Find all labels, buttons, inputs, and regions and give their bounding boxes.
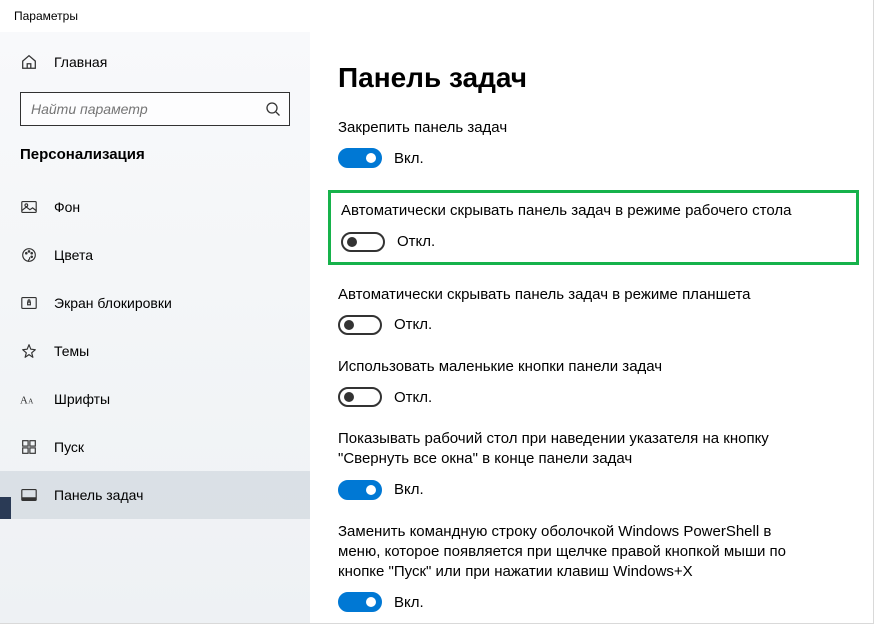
toggle-lock[interactable] bbox=[338, 148, 382, 168]
sidebar-item-label: Экран блокировки bbox=[54, 295, 172, 311]
main-content: Панель задач Закрепить панель задач Вкл.… bbox=[310, 32, 873, 623]
sidebar-section-title: Персонализация bbox=[0, 128, 310, 173]
toggle-row: Вкл. bbox=[338, 480, 849, 500]
sidebar-item-label: Панель задач bbox=[54, 487, 143, 503]
sidebar-item-label: Шрифты bbox=[54, 391, 110, 407]
setting-label: Использовать маленькие кнопки панели зад… bbox=[338, 357, 798, 377]
palette-icon bbox=[20, 246, 38, 264]
toggle-row: Откл. bbox=[338, 315, 849, 335]
toggle-row: Откл. bbox=[341, 232, 846, 252]
sidebar-item-label: Цвета bbox=[54, 247, 93, 263]
toggle-row: Вкл. bbox=[338, 148, 849, 168]
sidebar: Главная Персонализация Фон Цвета bbox=[0, 32, 310, 623]
svg-text:A: A bbox=[20, 395, 28, 407]
sidebar-item-taskbar[interactable]: Панель задач bbox=[0, 471, 310, 519]
toggle-state-text: Откл. bbox=[397, 233, 435, 250]
toggle-autohide_tablet[interactable] bbox=[338, 315, 382, 335]
setting-label: Автоматически скрывать панель задач в ре… bbox=[341, 201, 801, 221]
fonts-icon: AA bbox=[20, 390, 38, 408]
setting-label: Показывать рабочий стол при наведении ук… bbox=[338, 429, 798, 470]
sidebar-item-label: Темы bbox=[54, 343, 89, 359]
lock-frame-icon bbox=[20, 294, 38, 312]
sidebar-item-lockscreen[interactable]: Экран блокировки bbox=[0, 279, 310, 327]
titlebar: Параметры bbox=[0, 0, 873, 32]
setting-autohide_desktop: Автоматически скрывать панель задач в ре… bbox=[328, 190, 859, 264]
themes-icon bbox=[20, 342, 38, 360]
sidebar-item-background[interactable]: Фон bbox=[0, 183, 310, 231]
taskbar-icon bbox=[20, 486, 38, 504]
toggle-small_buttons[interactable] bbox=[338, 387, 382, 407]
svg-text:A: A bbox=[28, 398, 34, 406]
picture-icon bbox=[20, 198, 38, 216]
search-input[interactable] bbox=[31, 101, 265, 117]
toggle-state-text: Вкл. bbox=[394, 150, 424, 167]
sidebar-nav: Фон Цвета Экран блокировки Темы AA Шрифты… bbox=[0, 183, 310, 519]
setting-lock: Закрепить панель задач Вкл. bbox=[338, 118, 849, 168]
search-wrap bbox=[0, 82, 310, 128]
toggle-row: Вкл. bbox=[338, 592, 849, 612]
setting-autohide_tablet: Автоматически скрывать панель задач в ре… bbox=[338, 285, 849, 335]
settings-list: Закрепить панель задач Вкл. Автоматическ… bbox=[338, 118, 849, 623]
setting-powershell: Заменить командную строку оболочкой Wind… bbox=[338, 522, 849, 613]
setting-peek: Показывать рабочий стол при наведении ук… bbox=[338, 429, 849, 500]
toggle-row: Откл. bbox=[338, 387, 849, 407]
sidebar-item-colors[interactable]: Цвета bbox=[0, 231, 310, 279]
sidebar-item-label: Пуск bbox=[54, 439, 84, 455]
search-box[interactable] bbox=[20, 92, 290, 126]
setting-label: Заменить командную строку оболочкой Wind… bbox=[338, 522, 798, 583]
toggle-state-text: Откл. bbox=[394, 316, 432, 333]
setting-label: Автоматически скрывать панель задач в ре… bbox=[338, 285, 798, 305]
home-button[interactable]: Главная bbox=[0, 42, 310, 82]
toggle-state-text: Вкл. bbox=[394, 481, 424, 498]
window-body: Главная Персонализация Фон Цвета bbox=[0, 32, 873, 623]
window-title: Параметры bbox=[14, 9, 78, 23]
sidebar-item-themes[interactable]: Темы bbox=[0, 327, 310, 375]
toggle-peek[interactable] bbox=[338, 480, 382, 500]
toggle-autohide_desktop[interactable] bbox=[341, 232, 385, 252]
home-icon bbox=[20, 53, 38, 71]
toggle-powershell[interactable] bbox=[338, 592, 382, 612]
sidebar-item-label: Фон bbox=[54, 199, 80, 215]
setting-label: Закрепить панель задач bbox=[338, 118, 798, 138]
toggle-state-text: Откл. bbox=[394, 389, 432, 406]
sidebar-item-start[interactable]: Пуск bbox=[0, 423, 310, 471]
toggle-state-text: Вкл. bbox=[394, 594, 424, 611]
home-label: Главная bbox=[54, 54, 107, 70]
setting-small_buttons: Использовать маленькие кнопки панели зад… bbox=[338, 357, 849, 407]
search-icon bbox=[265, 101, 281, 117]
sidebar-item-fonts[interactable]: AA Шрифты bbox=[0, 375, 310, 423]
start-icon bbox=[20, 438, 38, 456]
settings-window: Параметры Главная bbox=[0, 0, 874, 624]
page-title: Панель задач bbox=[338, 62, 849, 94]
